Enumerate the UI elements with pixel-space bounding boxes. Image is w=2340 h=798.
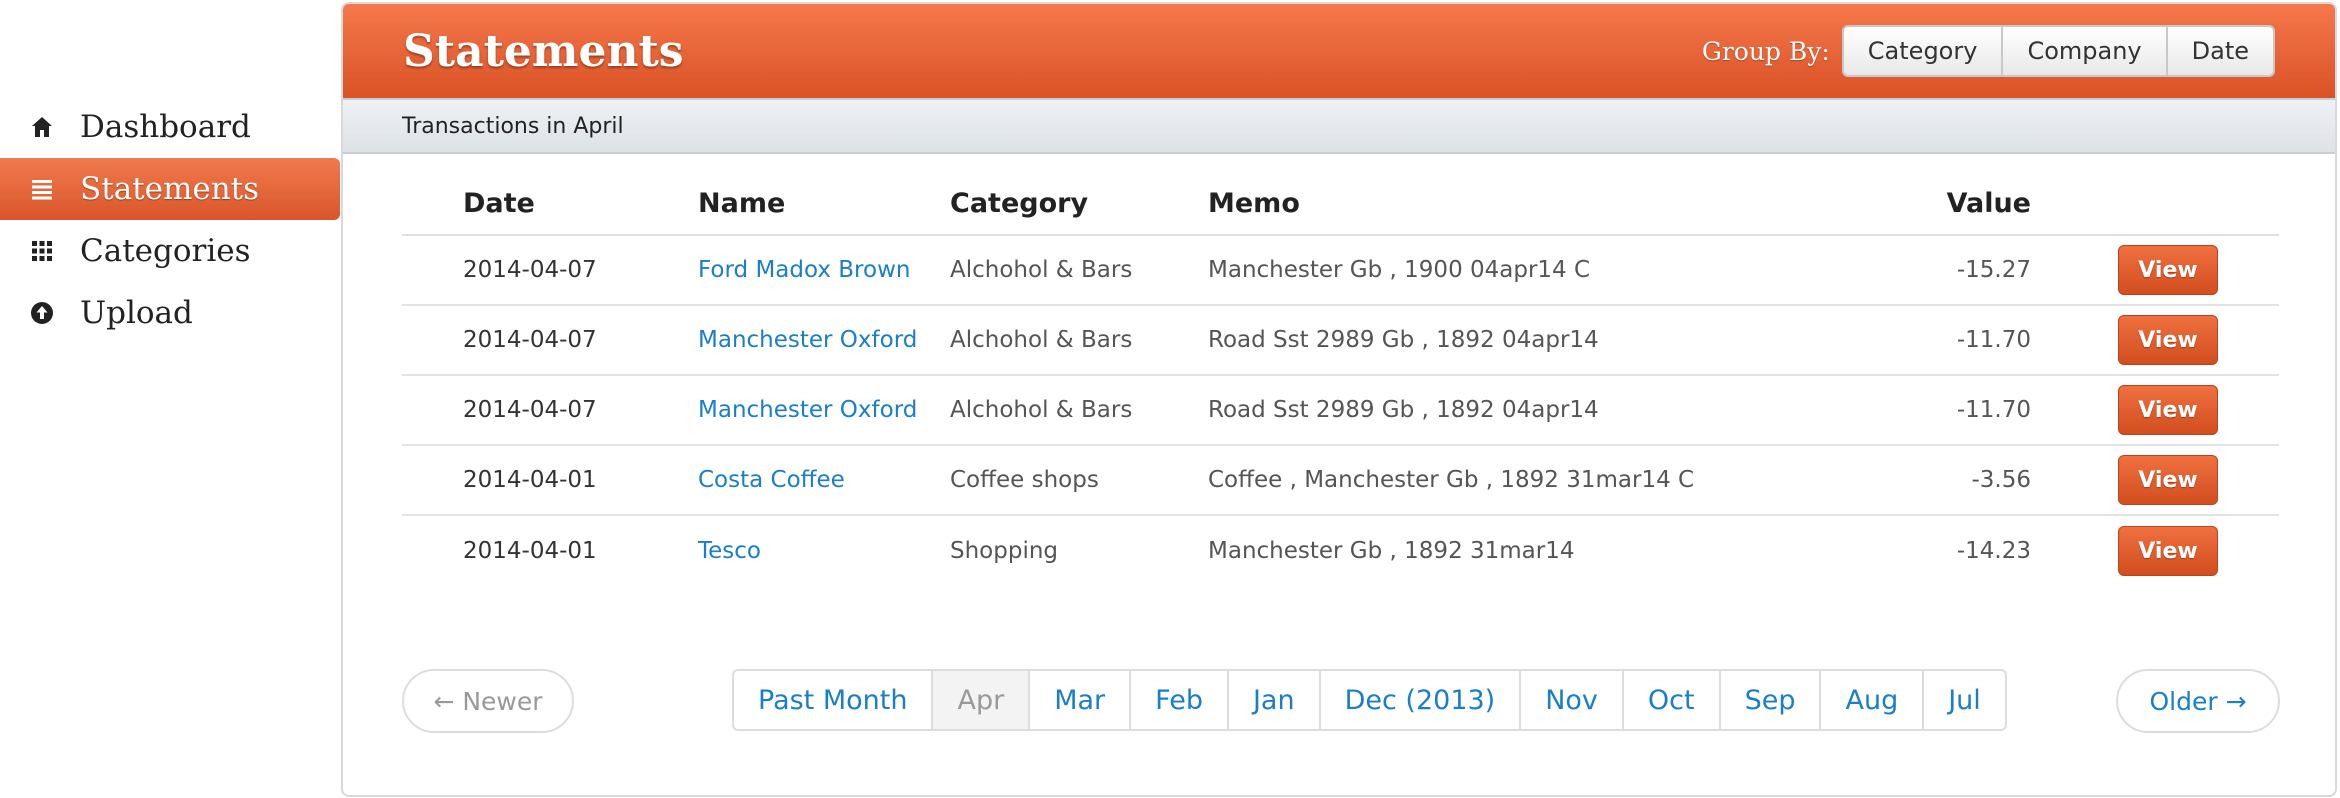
group-by-label: Group By: <box>1701 36 1830 66</box>
page-title: Statements <box>403 25 684 77</box>
view-button[interactable]: View <box>2118 245 2218 295</box>
row-value: -15.27 <box>1956 257 2031 283</box>
group-by-category-button[interactable]: Category <box>1843 27 2004 75</box>
row-category: Alchohol & Bars <box>950 397 1133 423</box>
row-date: 2014-04-07 <box>463 327 597 353</box>
month-link-feb[interactable]: Feb <box>1131 671 1229 729</box>
row-memo: Road Sst 2989 Gb , 1892 04apr14 <box>1208 397 1599 423</box>
sidebar-nav: Dashboard Statements Categories Upload <box>0 96 340 344</box>
month-link-aug[interactable]: Aug <box>1821 671 1925 729</box>
row-memo: Manchester Gb , 1892 31mar14 <box>1208 538 1575 564</box>
table-row: 2014-04-07 Ford Madox Brown Alchohol & B… <box>402 236 2279 306</box>
row-date: 2014-04-07 <box>463 257 597 283</box>
view-button[interactable]: View <box>2118 315 2218 365</box>
row-date: 2014-04-07 <box>463 397 597 423</box>
column-header-value: Value <box>1946 187 2031 219</box>
statements-panel: Statements Group By: Category Company Da… <box>341 2 2337 797</box>
row-value: -11.70 <box>1956 327 2031 353</box>
month-link-mar[interactable]: Mar <box>1030 671 1132 729</box>
row-category: Alchohol & Bars <box>950 327 1133 353</box>
table-header: Date Name Category Memo Value <box>402 172 2279 236</box>
list-icon <box>26 173 58 205</box>
month-link-sep[interactable]: Sep <box>1721 671 1822 729</box>
month-link-nov[interactable]: Nov <box>1521 671 1624 729</box>
row-memo: Coffee , Manchester Gb , 1892 31mar14 C <box>1208 467 1695 493</box>
sidebar-item-label: Statements <box>80 171 260 207</box>
row-category: Coffee shops <box>950 467 1099 493</box>
subheader-text: Transactions in April <box>402 113 624 139</box>
column-header-name: Name <box>698 187 786 219</box>
upload-icon <box>26 297 58 329</box>
month-link-jul[interactable]: Jul <box>1924 671 2005 729</box>
row-name-link[interactable]: Manchester Oxford <box>698 397 917 423</box>
month-link-jan[interactable]: Jan <box>1229 671 1321 729</box>
row-memo: Manchester Gb , 1900 04apr14 C <box>1208 257 1591 283</box>
month-link-dec-2013[interactable]: Dec (2013) <box>1321 671 1522 729</box>
group-by-button-group: Category Company Date <box>1841 25 2275 77</box>
panel-header: Statements Group By: Category Company Da… <box>343 4 2335 98</box>
row-date: 2014-04-01 <box>463 538 597 564</box>
sidebar-item-categories[interactable]: Categories <box>0 220 340 282</box>
grid-icon <box>26 235 58 267</box>
newer-button[interactable]: ← Newer <box>402 669 574 733</box>
group-by-company-button[interactable]: Company <box>2003 27 2168 75</box>
month-link-apr[interactable]: Apr <box>933 671 1031 729</box>
view-button[interactable]: View <box>2118 455 2218 505</box>
table-row: 2014-04-07 Manchester Oxford Alchohol & … <box>402 376 2279 446</box>
view-button[interactable]: View <box>2118 385 2218 435</box>
sidebar-item-upload[interactable]: Upload <box>0 282 340 344</box>
sidebar-item-label: Dashboard <box>80 109 251 145</box>
row-category: Shopping <box>950 538 1059 564</box>
row-name-link[interactable]: Manchester Oxford <box>698 327 917 353</box>
view-button[interactable]: View <box>2118 526 2218 576</box>
sidebar-item-statements[interactable]: Statements <box>0 158 340 220</box>
column-header-date: Date <box>463 187 535 219</box>
column-header-category: Category <box>950 187 1089 219</box>
group-by-control: Group By: Category Company Date <box>1702 25 2275 77</box>
row-memo: Road Sst 2989 Gb , 1892 04apr14 <box>1208 327 1599 353</box>
row-date: 2014-04-01 <box>463 467 597 493</box>
group-by-date-button[interactable]: Date <box>2167 27 2273 75</box>
row-category: Alchohol & Bars <box>950 257 1133 283</box>
column-header-memo: Memo <box>1208 187 1300 219</box>
month-pagination: Past Month Apr Mar Feb Jan Dec (2013) No… <box>732 669 2007 731</box>
home-icon <box>26 111 58 143</box>
row-value: -3.56 <box>1971 467 2031 493</box>
month-link-oct[interactable]: Oct <box>1624 671 1721 729</box>
row-name-link[interactable]: Costa Coffee <box>698 467 845 493</box>
row-name-link[interactable]: Tesco <box>698 538 761 564</box>
subheader: Transactions in April <box>343 98 2335 154</box>
month-link-past-month[interactable]: Past Month <box>734 671 934 729</box>
row-name-link[interactable]: Ford Madox Brown <box>698 257 910 283</box>
row-value: -14.23 <box>1956 538 2031 564</box>
table-row: 2014-04-01 Tesco Shopping Manchester Gb … <box>402 516 2279 586</box>
transactions-table: Date Name Category Memo Value 2014-04-07… <box>402 172 2279 586</box>
sidebar-item-label: Categories <box>80 233 251 269</box>
sidebar-item-dashboard[interactable]: Dashboard <box>0 96 340 158</box>
table-row: 2014-04-07 Manchester Oxford Alchohol & … <box>402 306 2279 376</box>
older-button[interactable]: Older → <box>2116 669 2280 733</box>
row-value: -11.70 <box>1956 397 2031 423</box>
sidebar-item-label: Upload <box>80 295 193 331</box>
table-row: 2014-04-01 Costa Coffee Coffee shops Cof… <box>402 446 2279 516</box>
